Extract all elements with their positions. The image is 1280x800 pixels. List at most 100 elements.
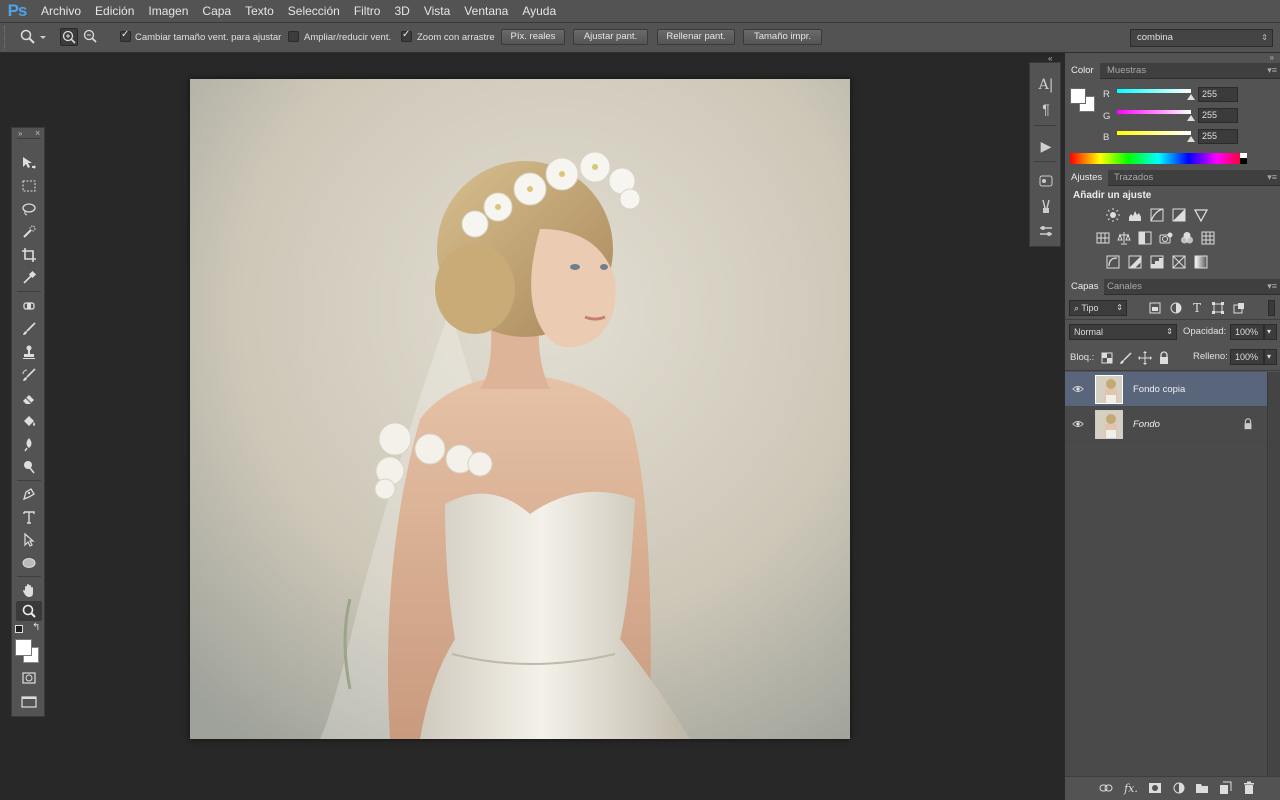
- document-canvas[interactable]: [190, 79, 850, 739]
- layer-row[interactable]: Fondo: [1065, 407, 1267, 442]
- options-grip[interactable]: [4, 26, 6, 50]
- lock-transparent-icon[interactable]: [1099, 351, 1115, 365]
- tab-muestras[interactable]: Muestras: [1101, 63, 1152, 79]
- channel-r-slider[interactable]: [1117, 89, 1191, 93]
- foreground-color-swatch[interactable]: [15, 639, 32, 656]
- color-lookup-icon[interactable]: [1200, 231, 1216, 245]
- threshold-icon[interactable]: [1149, 255, 1165, 269]
- type-tool-icon[interactable]: [16, 507, 42, 527]
- posterize-icon[interactable]: [1127, 255, 1143, 269]
- menu-capa[interactable]: Capa: [195, 0, 238, 23]
- lock-image-icon[interactable]: [1118, 351, 1134, 365]
- channel-mixer-icon[interactable]: [1179, 231, 1195, 245]
- invert-icon[interactable]: [1105, 255, 1121, 269]
- marquee-tool-icon[interactable]: [16, 176, 42, 196]
- channel-b-slider[interactable]: [1117, 131, 1191, 135]
- lasso-tool-icon[interactable]: [16, 199, 42, 219]
- photo-filter-icon[interactable]: [1158, 231, 1174, 245]
- filter-adjustment-icon[interactable]: [1168, 301, 1184, 315]
- layer-name[interactable]: Fondo: [1133, 419, 1160, 430]
- eraser-tool-icon[interactable]: [16, 388, 42, 408]
- filter-type-icon[interactable]: T: [1189, 301, 1205, 315]
- paragraph-panel-icon[interactable]: ¶: [1036, 99, 1056, 119]
- brush-tool-icon[interactable]: [16, 319, 42, 339]
- zoom-tool-icon[interactable]: [16, 601, 42, 621]
- fill-field[interactable]: 100%: [1230, 349, 1264, 365]
- layer-name[interactable]: Fondo copia: [1133, 384, 1185, 395]
- brush-presets-icon[interactable]: [1036, 196, 1056, 216]
- menu-filtro[interactable]: Filtro: [347, 0, 388, 23]
- zoom-out-icon[interactable]: [82, 28, 100, 46]
- hue-saturation-icon[interactable]: [1095, 231, 1111, 245]
- fx-icon[interactable]: fx.: [1123, 781, 1139, 795]
- character-panel-icon[interactable]: A|: [1036, 75, 1056, 95]
- tab-trazados[interactable]: Trazados: [1108, 170, 1159, 186]
- pen-tool-icon[interactable]: [16, 484, 42, 504]
- color-spectrum-ramp[interactable]: [1070, 153, 1247, 164]
- zoom-preset-icon[interactable]: [20, 29, 46, 48]
- levels-icon[interactable]: [1127, 208, 1143, 222]
- dodge-tool-icon[interactable]: [16, 457, 42, 477]
- default-colors-icon[interactable]: [15, 625, 23, 633]
- hand-tool-icon[interactable]: [16, 580, 42, 600]
- color-foreground-swatch[interactable]: [1070, 88, 1086, 104]
- panel-menu-icon[interactable]: ▾≡: [1267, 65, 1277, 76]
- menu-imagen[interactable]: Imagen: [141, 0, 195, 23]
- filter-shape-icon[interactable]: [1210, 301, 1226, 315]
- blend-mode-select[interactable]: Normal ⇕: [1069, 324, 1177, 340]
- channel-b-thumb[interactable]: [1187, 136, 1195, 142]
- actions-panel-icon[interactable]: ▶: [1036, 136, 1056, 156]
- opacity-dropdown-icon[interactable]: ▾: [1264, 324, 1277, 340]
- menu-ventana[interactable]: Ventana: [457, 0, 515, 23]
- new-layer-icon[interactable]: [1217, 781, 1233, 795]
- layer-row[interactable]: Fondo copia: [1065, 372, 1267, 407]
- clone-stamp-tool-icon[interactable]: [16, 342, 42, 362]
- exposure-icon[interactable]: [1171, 208, 1187, 222]
- spectrum-black-swatch[interactable]: [1240, 158, 1247, 164]
- workspace-select[interactable]: combina ⇕: [1130, 29, 1273, 47]
- tool-presets-icon[interactable]: [1036, 171, 1056, 191]
- trash-icon[interactable]: [1241, 781, 1257, 795]
- filter-toggle-switch[interactable]: [1268, 300, 1275, 316]
- opacity-field[interactable]: 100%: [1230, 324, 1264, 340]
- blur-tool-icon[interactable]: [16, 434, 42, 454]
- eyedropper-tool-icon[interactable]: [16, 268, 42, 288]
- actual-pixels-button[interactable]: Píx. reales: [501, 29, 565, 45]
- visibility-eye-icon[interactable]: [1072, 418, 1084, 430]
- print-size-button[interactable]: Tamaño impr.: [743, 29, 822, 45]
- lock-position-icon[interactable]: [1137, 351, 1153, 365]
- zoom-all-checkbox[interactable]: [288, 31, 299, 42]
- color-balance-icon[interactable]: [1116, 231, 1132, 245]
- collapse-toolbox-icon[interactable]: »: [18, 129, 22, 138]
- curves-icon[interactable]: [1149, 208, 1165, 222]
- black-white-icon[interactable]: [1137, 231, 1153, 245]
- tab-canales[interactable]: Canales: [1101, 279, 1148, 295]
- channel-b-value[interactable]: 255: [1198, 129, 1238, 144]
- layer-filter-kind-select[interactable]: ⌕ Tipo ⇕: [1069, 300, 1127, 316]
- menu-seleccion[interactable]: Selección: [281, 0, 347, 23]
- visibility-eye-icon[interactable]: [1072, 383, 1084, 395]
- panel-menu-icon[interactable]: ▾≡: [1267, 172, 1277, 183]
- channel-g-value[interactable]: 255: [1198, 108, 1238, 123]
- menu-texto[interactable]: Texto: [238, 0, 281, 23]
- lock-all-icon[interactable]: [1156, 351, 1172, 365]
- fill-screen-button[interactable]: Rellenar pant.: [657, 29, 735, 45]
- resize-windows-checkbox[interactable]: [120, 29, 131, 42]
- channel-g-thumb[interactable]: [1187, 115, 1195, 121]
- tab-color[interactable]: Color: [1065, 63, 1100, 79]
- filter-smart-object-icon[interactable]: [1231, 301, 1247, 315]
- ellipse-tool-icon[interactable]: [16, 553, 42, 573]
- menu-ayuda[interactable]: Ayuda: [515, 0, 563, 23]
- channel-g-slider[interactable]: [1117, 110, 1191, 114]
- healing-brush-tool-icon[interactable]: [16, 296, 42, 316]
- close-toolbox-icon[interactable]: ×: [35, 128, 40, 138]
- scrubby-zoom-checkbox[interactable]: [401, 29, 412, 42]
- tab-ajustes[interactable]: Ajustes: [1065, 170, 1109, 186]
- fit-screen-button[interactable]: Ajustar pant.: [573, 29, 648, 45]
- crop-tool-icon[interactable]: [16, 245, 42, 265]
- panel-menu-icon[interactable]: ▾≡: [1267, 281, 1277, 292]
- brightness-contrast-icon[interactable]: [1105, 208, 1121, 222]
- menu-vista[interactable]: Vista: [417, 0, 457, 23]
- menu-archivo[interactable]: Archivo: [34, 0, 88, 23]
- channel-r-value[interactable]: 255: [1198, 87, 1238, 102]
